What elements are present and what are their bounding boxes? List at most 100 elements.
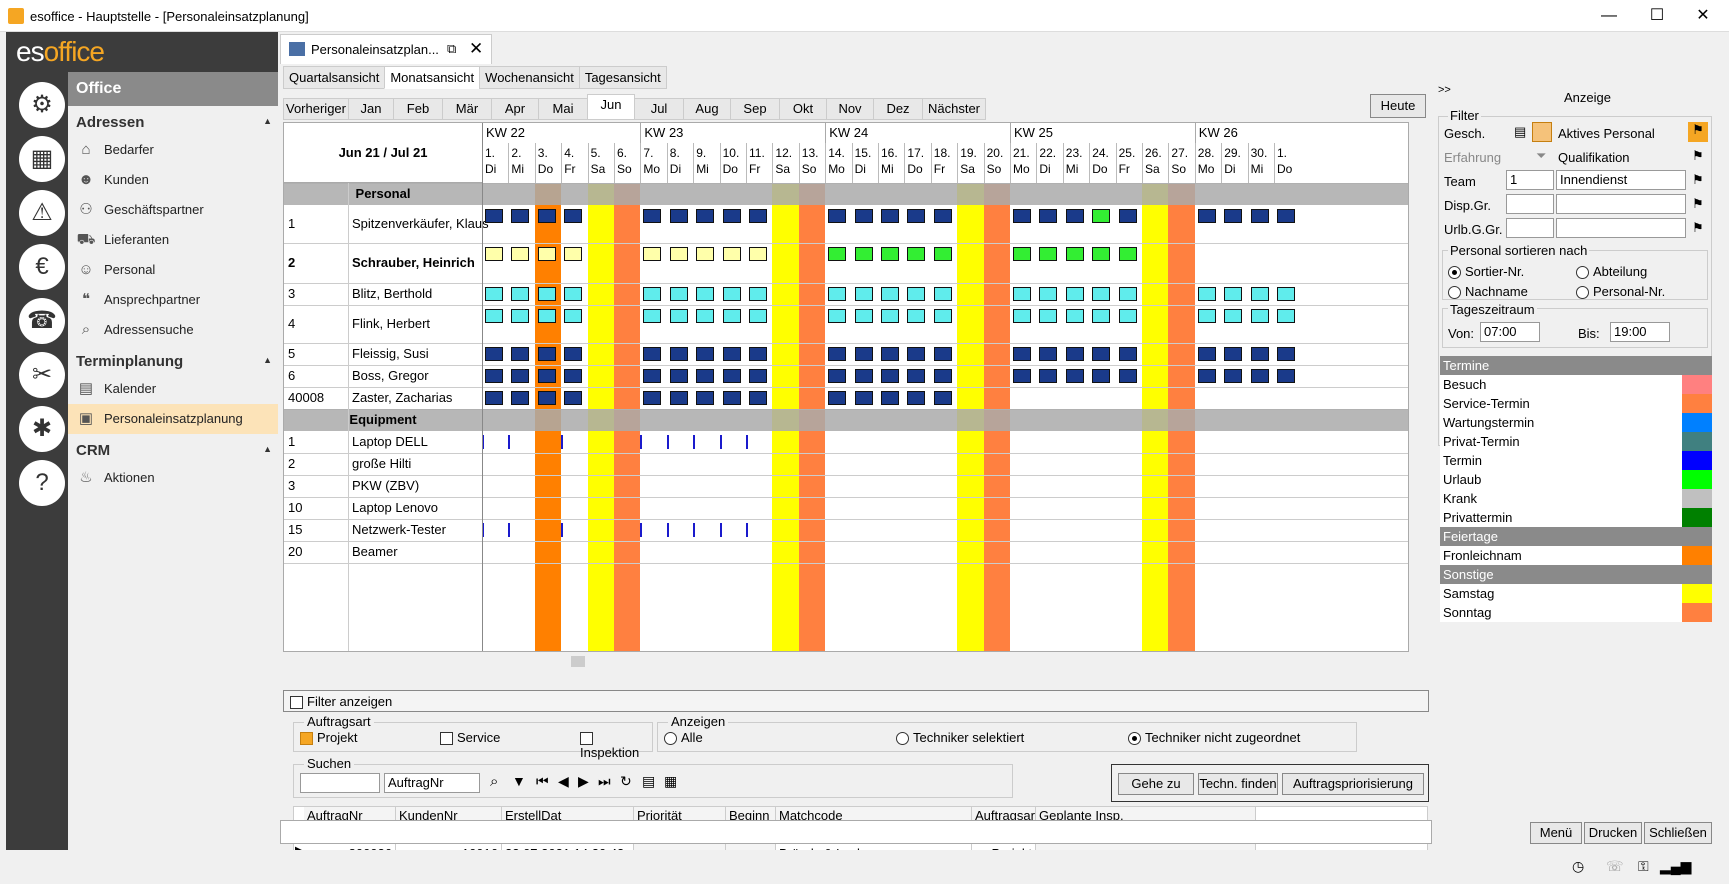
equipment-name[interactable]: Beamer [352, 541, 398, 563]
phone-icon[interactable]: ☏ [1606, 858, 1624, 875]
appointment-block[interactable] [1224, 209, 1243, 223]
appointment-block[interactable] [669, 287, 688, 301]
appointment-block[interactable] [1197, 347, 1216, 361]
inspektion-checkbox[interactable] [580, 732, 593, 746]
sort-nr-radio[interactable] [1448, 266, 1461, 280]
appointment-block[interactable] [722, 369, 741, 383]
appointment-block[interactable] [485, 309, 503, 323]
staff-name[interactable]: Boss, Gregor [352, 365, 429, 387]
appointment-block[interactable] [907, 287, 926, 301]
appointment-block[interactable] [907, 391, 926, 405]
help-icon[interactable]: ? [19, 460, 65, 506]
appointment-block[interactable] [1092, 369, 1111, 383]
search-icon[interactable]: ⌕ [490, 773, 498, 790]
appointment-block[interactable] [854, 309, 873, 323]
staff-name[interactable]: Blitz, Berthold [352, 283, 432, 305]
appointment-block[interactable] [511, 391, 530, 405]
appointment-block[interactable] [537, 369, 556, 383]
print-button[interactable]: Drucken [1584, 822, 1642, 844]
appointment-block[interactable] [828, 287, 847, 301]
equipment-name[interactable]: Laptop Lenovo [352, 497, 438, 519]
appointment-block[interactable] [1039, 347, 1058, 361]
nav-item-kunden[interactable]: ☻ Kunden [68, 165, 278, 195]
popout-icon[interactable]: ⧉ [447, 41, 456, 57]
sort-nachname-radio[interactable] [1448, 286, 1461, 300]
appointment-block[interactable] [1092, 347, 1111, 361]
appointment-block[interactable] [933, 309, 952, 323]
month-tab-5[interactable]: Mai [538, 98, 588, 120]
tab-monatsansicht[interactable]: Monatsansicht [384, 66, 481, 89]
appointment-block[interactable] [722, 347, 741, 361]
appointment-block[interactable] [854, 247, 873, 261]
appointment-block[interactable] [1013, 347, 1031, 361]
equipment-booking[interactable] [640, 435, 643, 449]
month-tab-1[interactable]: Jan [348, 98, 394, 120]
appointment-block[interactable] [511, 347, 530, 361]
projekt-option[interactable]: Projekt [300, 730, 357, 746]
appointment-block[interactable] [907, 347, 926, 361]
staff-name[interactable]: Spitzenverkäufer, Klaus [352, 205, 489, 243]
month-tab-3[interactable]: Mär [442, 98, 492, 120]
appointment-block[interactable] [1197, 209, 1216, 223]
sort-persnr-radio[interactable] [1576, 286, 1589, 300]
month-tab-6[interactable]: Jun [587, 94, 635, 120]
nav-section-crm[interactable]: CRM [68, 434, 278, 463]
first-icon[interactable]: ⏮ [536, 773, 549, 790]
appointment-block[interactable] [907, 309, 926, 323]
tab-quartalsansicht[interactable]: Quartalsansicht [283, 66, 386, 89]
nav-item-personal[interactable]: ☺ Personal [68, 255, 278, 285]
appointment-block[interactable] [669, 209, 688, 223]
appointment-block[interactable] [485, 347, 503, 361]
nav-section-adressen[interactable]: Adressen [68, 106, 278, 135]
appointment-block[interactable] [537, 347, 556, 361]
search-field-select[interactable]: AuftragNr [384, 773, 480, 793]
appointment-block[interactable] [1118, 209, 1137, 223]
equipment-name[interactable]: Laptop DELL [352, 431, 428, 453]
month-tab-11[interactable]: Nov [826, 98, 874, 120]
appointment-block[interactable] [933, 347, 952, 361]
appointment-block[interactable] [828, 391, 847, 405]
auftragspriorisierung-button[interactable]: Auftragspriorisierung [1282, 773, 1424, 795]
team-select[interactable]: 1 [1506, 170, 1554, 190]
appointment-block[interactable] [933, 287, 952, 301]
appointment-block[interactable] [749, 369, 767, 383]
nicht-zugeordnet-option[interactable]: Techniker nicht zugeordnet [1128, 730, 1300, 746]
nav-item-aktionen[interactable]: ♨ Aktionen [68, 463, 278, 493]
appointment-block[interactable] [643, 309, 662, 323]
month-tab-10[interactable]: Okt [779, 98, 827, 120]
refresh-icon[interactable]: ↻ [620, 773, 632, 790]
disp-funnel-icon[interactable]: ⚑ [1692, 196, 1704, 212]
equipment-booking[interactable] [561, 435, 564, 449]
equipment-booking[interactable] [666, 435, 669, 449]
settings-icon[interactable]: ✱ [19, 406, 65, 452]
appointment-block[interactable] [485, 369, 503, 383]
appointment-block[interactable] [669, 347, 688, 361]
appointment-block[interactable] [485, 287, 503, 301]
appointment-block[interactable] [1065, 287, 1084, 301]
sort-abteilung-radio[interactable] [1576, 266, 1589, 280]
minimize-button[interactable]: — [1586, 4, 1632, 28]
appointment-block[interactable] [1065, 247, 1084, 261]
nav-item-kalender[interactable]: ▤ Kalender [68, 374, 278, 404]
appointment-block[interactable] [854, 391, 873, 405]
close-button[interactable]: ✕ [1680, 4, 1726, 28]
menu-button[interactable]: Menü [1530, 822, 1582, 844]
appointment-block[interactable] [1065, 209, 1084, 223]
appointment-block[interactable] [1277, 209, 1295, 223]
appointment-block[interactable] [1197, 309, 1216, 323]
appointment-block[interactable] [564, 369, 583, 383]
appointment-block[interactable] [485, 209, 503, 223]
planning-grid[interactable]: Jun 21 / Jul 21 KW 22 KW 23 KW 24 KW 25 KW 26… [283, 122, 1409, 652]
appointment-block[interactable] [564, 347, 583, 361]
headset-icon[interactable]: ☎ [19, 298, 65, 344]
appointment-block[interactable] [643, 287, 662, 301]
nav-section-terminplanung[interactable]: Terminplanung [68, 345, 278, 374]
appointment-block[interactable] [511, 247, 530, 261]
nav-item-geschaeftspartner[interactable]: ⚇ Geschäftspartner [68, 195, 278, 225]
appointment-block[interactable] [722, 309, 741, 323]
appointment-block[interactable] [1118, 309, 1137, 323]
appointment-block[interactable] [881, 369, 899, 383]
appointment-block[interactable] [1224, 287, 1243, 301]
appointment-block[interactable] [1250, 369, 1269, 383]
appointment-block[interactable] [696, 287, 715, 301]
